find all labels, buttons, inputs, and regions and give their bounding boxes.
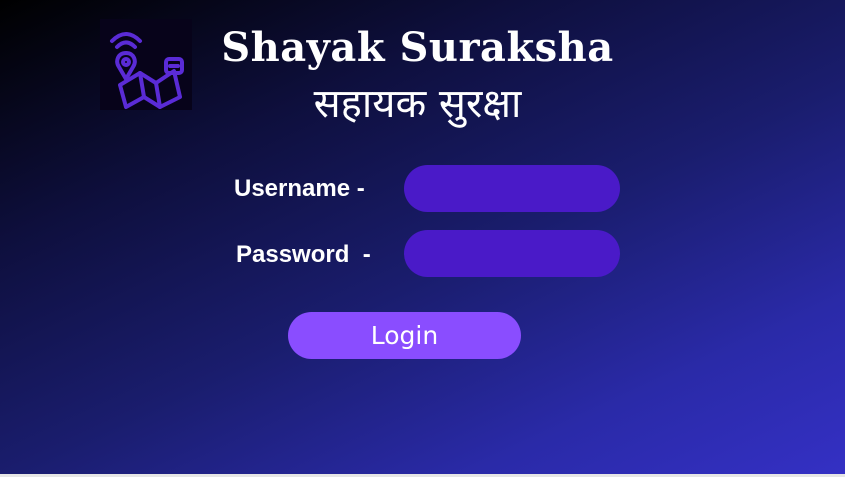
map-location-wifi-icon xyxy=(110,32,184,109)
password-input[interactable] xyxy=(404,230,620,277)
username-label: Username - xyxy=(234,175,365,202)
app-logo xyxy=(100,19,192,110)
login-button[interactable]: Login xyxy=(288,312,521,359)
username-input[interactable] xyxy=(404,165,620,212)
app-subtitle-hindi: सहायक सुरक्षा xyxy=(313,81,522,127)
login-window: Shayak Suraksha सहायक सुरक्षा Username -… xyxy=(0,0,845,474)
password-label: Password - xyxy=(236,241,371,268)
app-title: Shayak Suraksha xyxy=(221,24,614,71)
